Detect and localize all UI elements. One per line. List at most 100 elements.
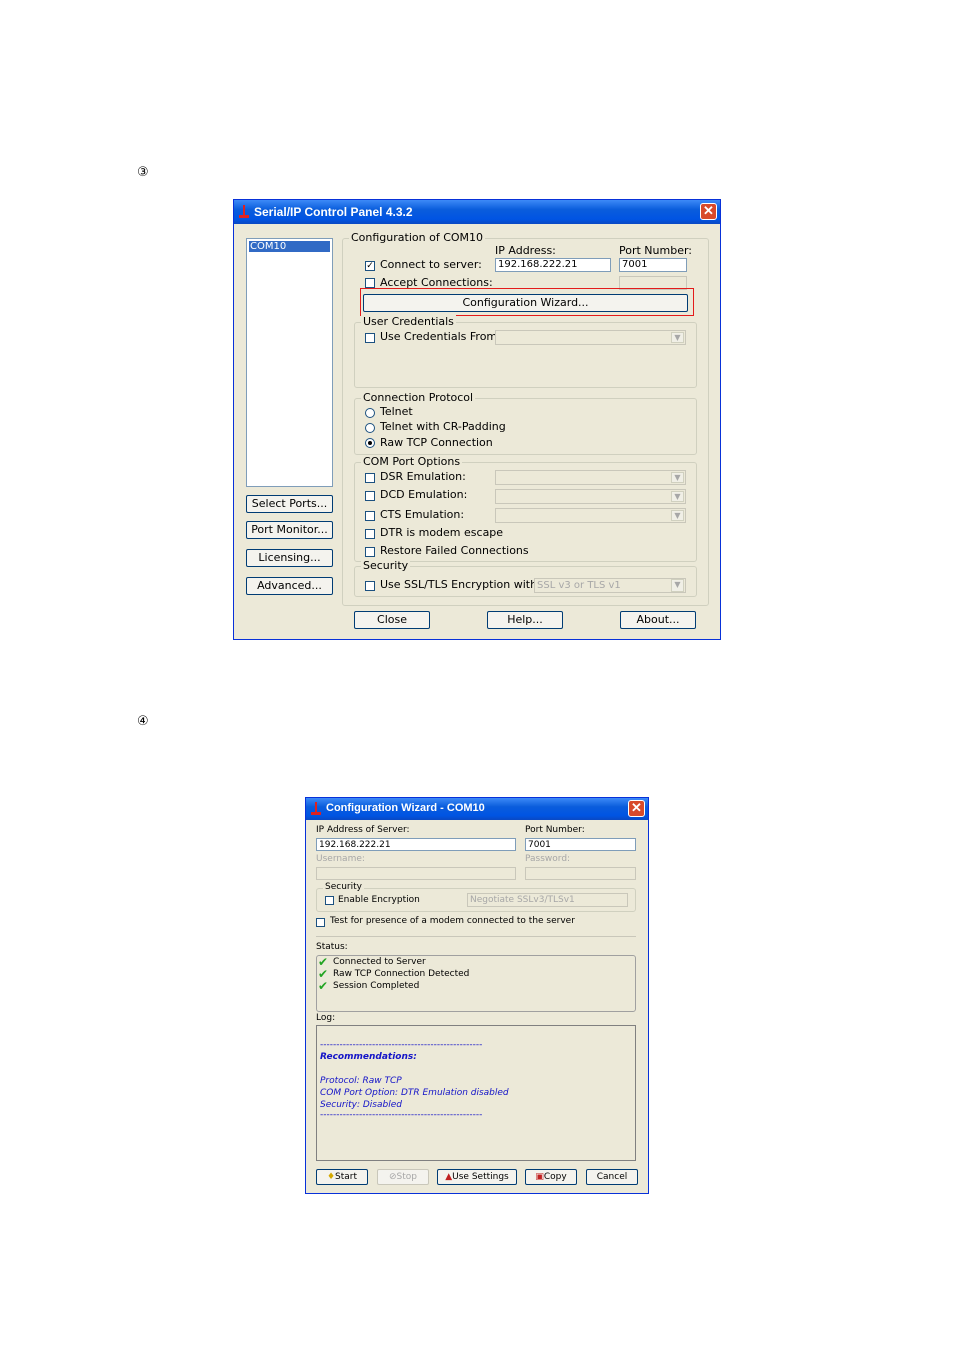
raw-tcp-label: Raw TCP Connection — [380, 436, 493, 449]
help-button[interactable]: Help... — [487, 611, 563, 629]
log-separator: ----------------------------------------… — [320, 1040, 483, 1050]
status-item: Connected to Server — [333, 957, 426, 967]
use-ssl-checkbox[interactable] — [365, 581, 375, 591]
use-settings-label: Use Settings — [452, 1172, 509, 1182]
configuration-group-title: Configuration of COM10 — [349, 231, 486, 244]
telnet-label: Telnet — [380, 405, 413, 418]
start-button[interactable]: ♦Start — [316, 1169, 368, 1185]
telnet-cr-padding-label: Telnet with CR-Padding — [380, 420, 506, 433]
accept-connections-checkbox[interactable] — [365, 278, 375, 288]
wizard-title: Configuration Wizard - COM10 — [326, 802, 485, 814]
step-3-marker: ③ — [137, 165, 149, 180]
copy-button[interactable]: ▣Copy — [525, 1169, 577, 1185]
dcd-emulation-dropdown[interactable]: ▼ — [495, 489, 686, 504]
restore-failed-label: Restore Failed Connections — [380, 544, 529, 557]
credentials-dropdown[interactable]: ▼ — [495, 330, 686, 345]
status-item: Session Completed — [333, 981, 420, 991]
close-button[interactable]: Close — [354, 611, 430, 629]
security-title: Security — [361, 559, 411, 572]
ssl-dropdown[interactable]: SSL v3 or TLS v1 — [534, 578, 686, 593]
log-line: Protocol: Raw TCP — [320, 1076, 402, 1086]
dtr-modem-escape-label: DTR is modem escape — [380, 526, 504, 539]
wizard-highlight-box — [360, 288, 694, 316]
app-icon — [311, 802, 321, 815]
status-label: Status: — [316, 942, 348, 952]
app-icon — [239, 205, 249, 218]
enable-encryption-checkbox[interactable] — [325, 896, 334, 905]
dcd-emulation-checkbox[interactable] — [365, 491, 375, 501]
close-icon[interactable]: ✕ — [700, 203, 717, 220]
start-label: Start — [335, 1172, 358, 1182]
cts-emulation-checkbox[interactable] — [365, 511, 375, 521]
ip-address-label: IP Address: — [495, 244, 556, 257]
select-ports-button[interactable]: Select Ports... — [246, 495, 333, 513]
licensing-button[interactable]: Licensing... — [246, 549, 333, 567]
control-panel-titlebar[interactable]: Serial/IP Control Panel 4.3.2 ✕ — [234, 200, 720, 224]
copy-icon: ▣ — [535, 1172, 544, 1182]
chevron-down-icon: ▼ — [671, 332, 684, 343]
lightbulb-icon: ♦ — [326, 1172, 336, 1182]
log-separator: ----------------------------------------… — [320, 1110, 483, 1120]
copy-label: Copy — [543, 1172, 567, 1182]
log-heading: Recommendations: — [320, 1052, 417, 1062]
check-icon: ✔ — [318, 979, 329, 993]
ip-server-input[interactable]: 192.168.222.21 — [316, 838, 516, 851]
control-panel-window: Serial/IP Control Panel 4.3.2 ✕ COM10 Se… — [233, 199, 721, 640]
dtr-modem-escape-checkbox[interactable] — [365, 529, 375, 539]
use-credentials-label: Use Credentials From: — [380, 330, 501, 343]
window-title: Serial/IP Control Panel 4.3.2 — [254, 205, 413, 219]
dsr-emulation-label: DSR Emulation: — [380, 470, 466, 483]
port-number-label: Port Number: — [525, 825, 585, 835]
port-number-input[interactable]: 7001 — [619, 258, 687, 272]
port-list[interactable]: COM10 — [246, 238, 333, 487]
com-port-options-title: COM Port Options — [361, 455, 463, 468]
log-label: Log: — [316, 1013, 336, 1023]
divider — [316, 936, 636, 937]
telnet-cr-padding-radio[interactable] — [365, 423, 375, 433]
advanced-button[interactable]: Advanced... — [246, 577, 333, 595]
cts-emulation-label: CTS Emulation: — [380, 508, 465, 521]
stop-icon: ⊘ — [388, 1172, 397, 1182]
chevron-down-icon: ▼ — [671, 510, 684, 521]
enable-encryption-label: Enable Encryption — [338, 895, 420, 905]
status-item: Raw TCP Connection Detected — [333, 969, 470, 979]
password-input[interactable] — [525, 867, 636, 880]
modem-test-checkbox[interactable] — [316, 918, 325, 927]
cancel-button[interactable]: Cancel — [586, 1169, 638, 1185]
port-number-label: Port Number: — [619, 244, 693, 257]
port-monitor-button[interactable]: Port Monitor... — [246, 521, 333, 539]
wizard-titlebar[interactable]: Configuration Wizard - COM10 ✕ — [306, 798, 648, 820]
connect-to-server-label: Connect to server: — [380, 258, 482, 271]
wizard-security-title: Security — [323, 882, 364, 892]
chevron-down-icon: ▼ — [671, 491, 684, 502]
ip-address-input[interactable]: 192.168.222.21 — [495, 258, 611, 272]
telnet-radio[interactable] — [365, 408, 375, 418]
connect-to-server-checkbox[interactable]: ✓ — [365, 261, 375, 271]
chevron-down-icon: ▼ — [671, 579, 684, 592]
use-ssl-label: Use SSL/TLS Encryption with: — [380, 578, 541, 591]
log-line: Security: Disabled — [320, 1100, 402, 1110]
port-list-item[interactable]: COM10 — [249, 241, 330, 252]
close-icon[interactable]: ✕ — [628, 800, 645, 817]
modem-test-label: Test for presence of a modem connected t… — [330, 916, 575, 926]
stop-label: Stop — [396, 1172, 417, 1182]
connection-protocol-title: Connection Protocol — [361, 391, 476, 404]
use-settings-button[interactable]: ▲Use Settings — [437, 1169, 517, 1185]
wizard-window: Configuration Wizard - COM10 ✕ IP Addres… — [305, 797, 649, 1194]
use-credentials-checkbox[interactable] — [365, 333, 375, 343]
restore-failed-checkbox[interactable] — [365, 547, 375, 557]
user-credentials-title: User Credentials — [361, 315, 456, 328]
username-input[interactable] — [316, 867, 516, 880]
dsr-emulation-dropdown[interactable]: ▼ — [495, 470, 686, 485]
raw-tcp-radio[interactable] — [365, 438, 375, 448]
encryption-dropdown[interactable]: Negotiate SSLv3/TLSv1 — [467, 893, 628, 907]
username-label: Username: — [316, 854, 365, 864]
port-number-input[interactable]: 7001 — [525, 838, 636, 851]
step-4-marker: ④ — [137, 714, 149, 729]
dsr-emulation-checkbox[interactable] — [365, 473, 375, 483]
dcd-emulation-label: DCD Emulation: — [380, 488, 468, 501]
cts-emulation-dropdown[interactable]: ▼ — [495, 508, 686, 523]
password-label: Password: — [525, 854, 571, 864]
stop-button[interactable]: ⊘Stop — [377, 1169, 429, 1185]
about-button[interactable]: About... — [620, 611, 696, 629]
